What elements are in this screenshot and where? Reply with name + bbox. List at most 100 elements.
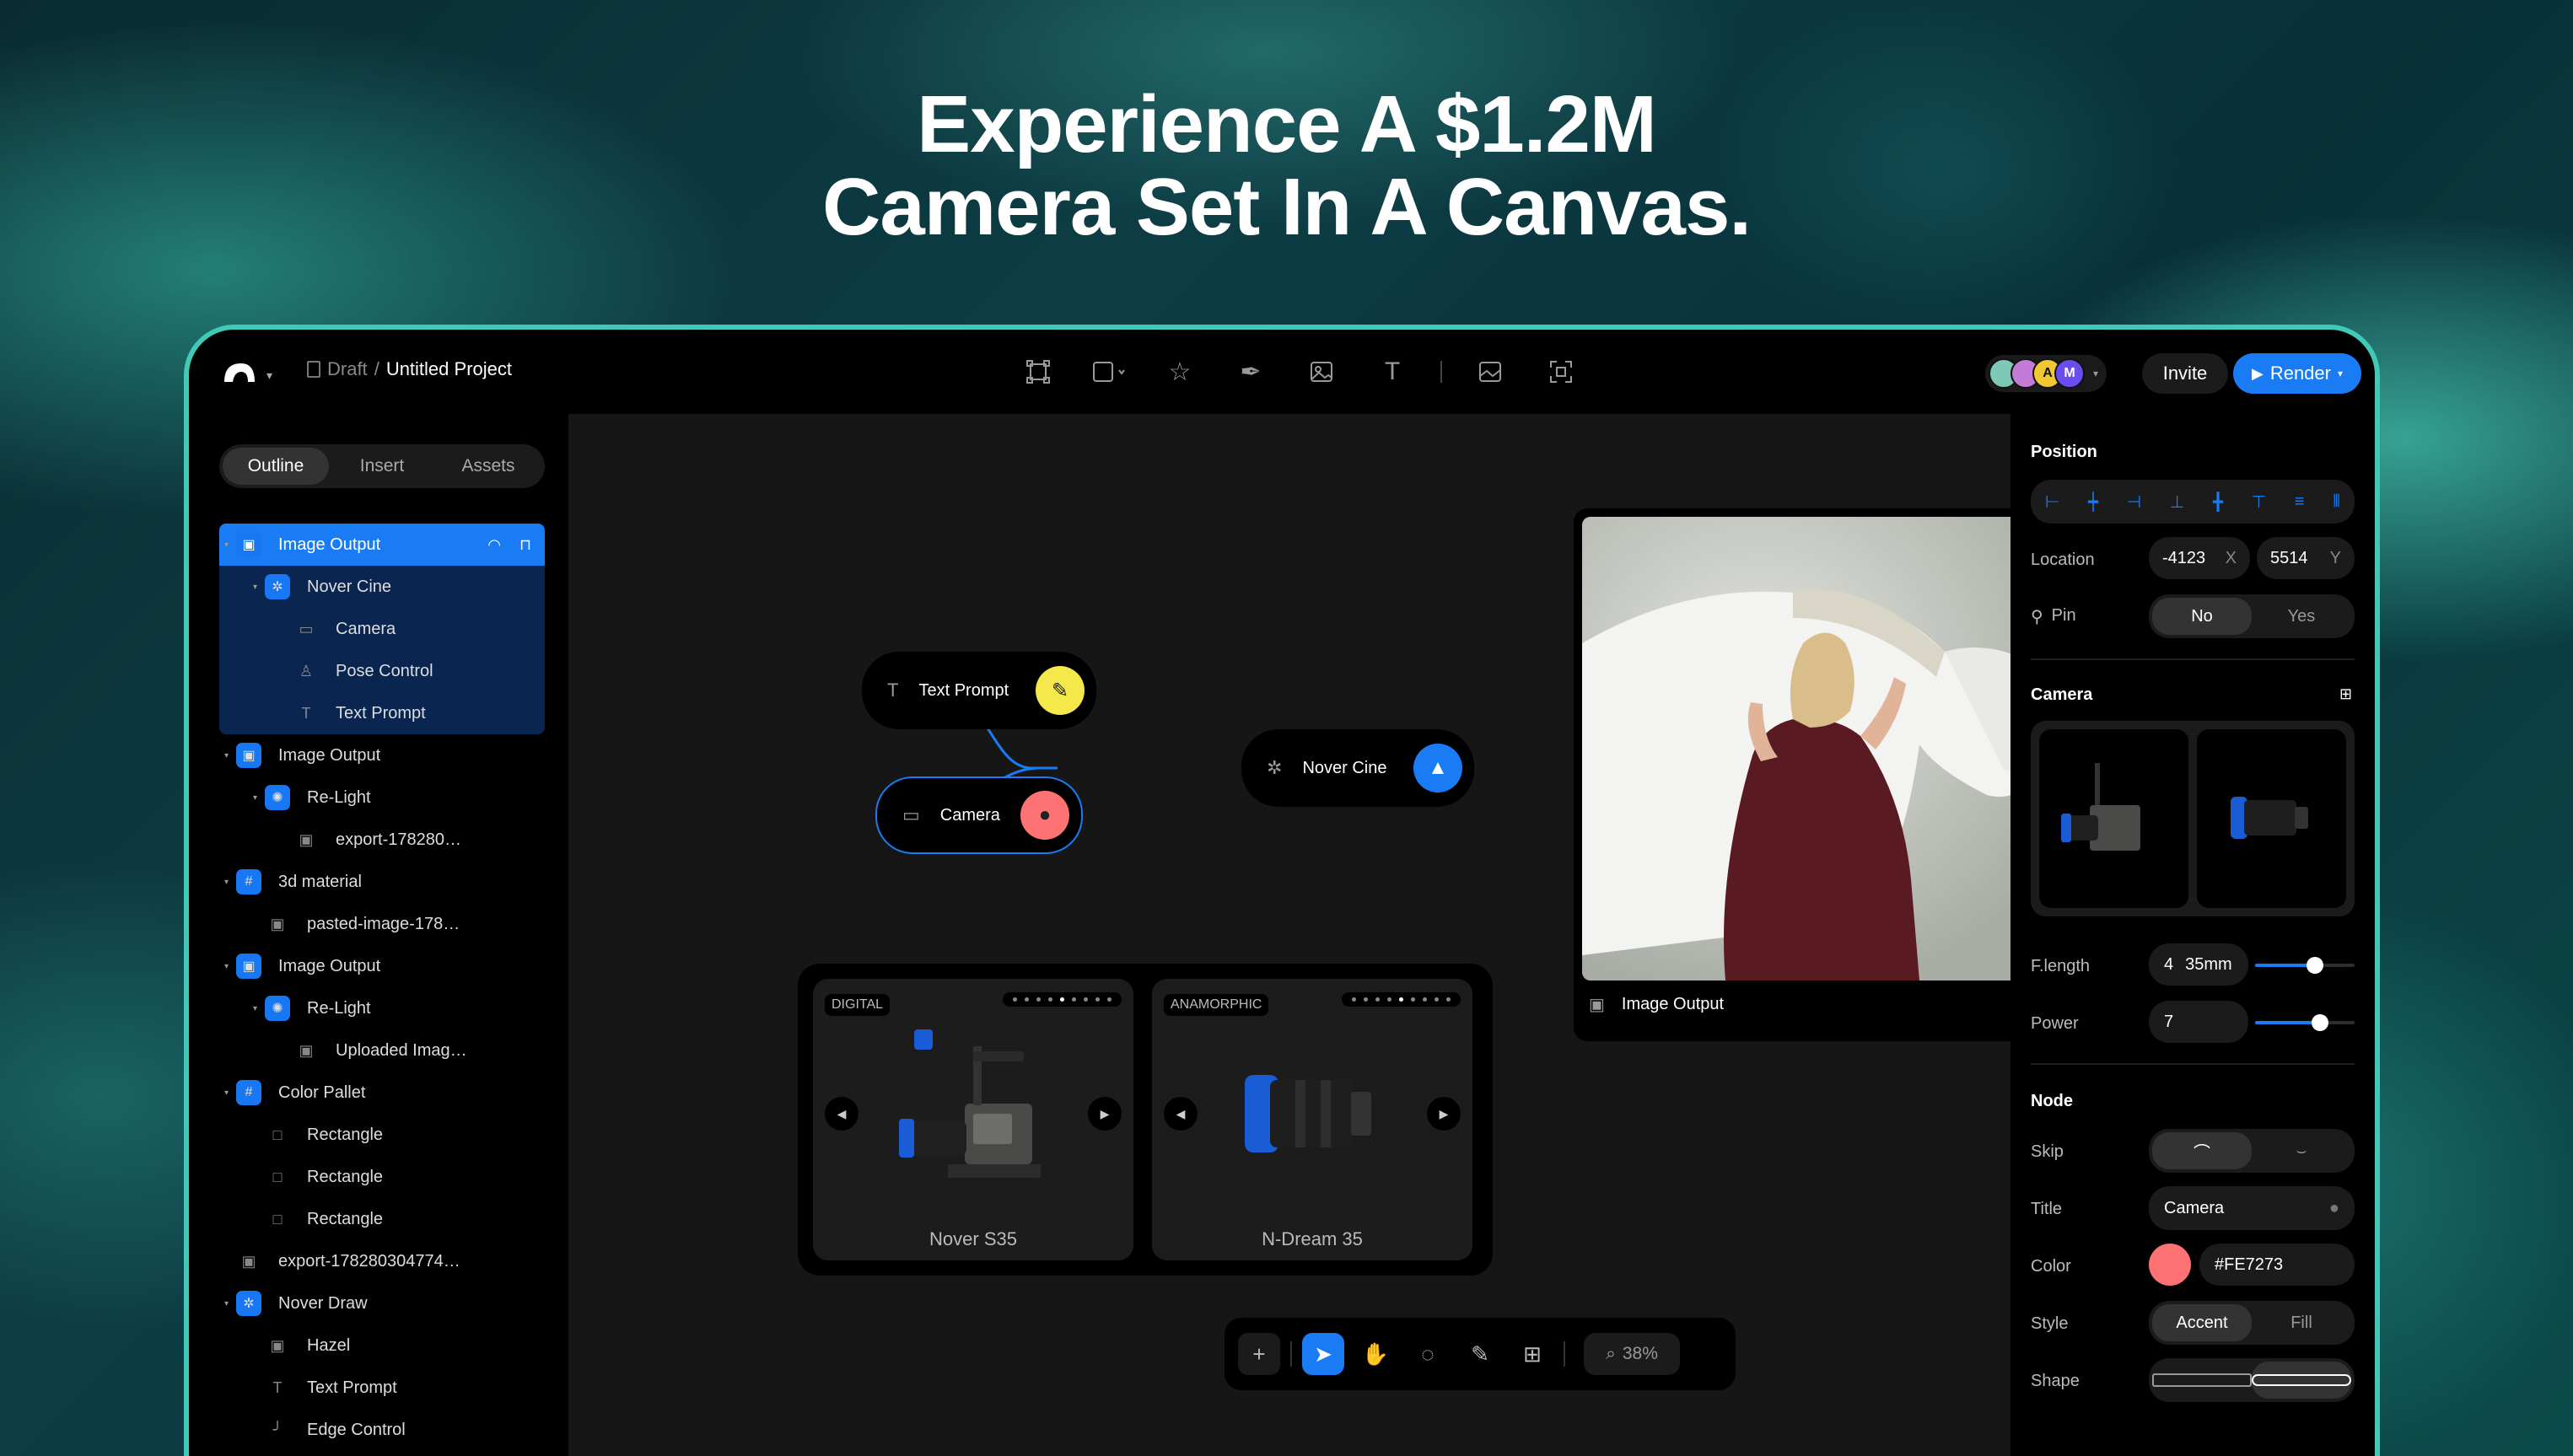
- carousel-dots[interactable]: [1342, 992, 1461, 1007]
- square-shape-icon[interactable]: [2152, 1362, 2252, 1399]
- align-right-icon[interactable]: ⊣: [2127, 492, 2141, 513]
- eye-icon[interactable]: ◠: [487, 536, 501, 554]
- text-tool-icon[interactable]: T: [1370, 352, 1415, 392]
- pin-no-option[interactable]: No: [2152, 598, 2252, 635]
- style-accent-option[interactable]: Accent: [2152, 1304, 2252, 1341]
- tree-item[interactable]: T Text Prompt: [219, 692, 545, 734]
- chevron-left-icon[interactable]: ◀: [1164, 1097, 1198, 1131]
- cursor-icon[interactable]: ➤: [1302, 1333, 1344, 1375]
- lock-icon[interactable]: ⊓: [519, 536, 531, 554]
- lens-card[interactable]: ANAMORPHIC ◀ ▶ N-Dream 35: [1152, 979, 1472, 1260]
- frame-tool-icon[interactable]: [1015, 352, 1061, 392]
- tree-item[interactable]: □ Rectangle: [219, 1156, 545, 1198]
- flength-field[interactable]: 4 35mm: [2149, 943, 2248, 986]
- comment-icon[interactable]: ◌: [1407, 1333, 1449, 1375]
- tree-item[interactable]: ▾ ✺ Re-Light: [219, 776, 545, 819]
- tree-item[interactable]: ▣ export-178280…: [219, 819, 545, 861]
- tree-item[interactable]: ▣ Uploaded Imag…: [219, 1029, 545, 1072]
- chevron-down-icon[interactable]: ▾: [224, 751, 236, 760]
- power-field[interactable]: 7: [2149, 1001, 2248, 1043]
- tree-item[interactable]: T Text Prompt: [219, 1367, 545, 1409]
- align-center-h-icon[interactable]: ┿: [2088, 492, 2098, 513]
- node-text-prompt[interactable]: T Text Prompt ✎: [862, 652, 1096, 729]
- node-camera[interactable]: ▭ Camera ●: [875, 776, 1083, 854]
- style-fill-option[interactable]: Fill: [2252, 1304, 2351, 1341]
- pen-tool-icon[interactable]: ✒: [1228, 352, 1273, 392]
- shape-tool-icon[interactable]: [1086, 352, 1132, 392]
- zoom-control[interactable]: ⌕ 38%: [1584, 1333, 1680, 1375]
- add-icon[interactable]: +: [1238, 1333, 1280, 1375]
- components-icon[interactable]: ⊞: [1511, 1333, 1553, 1375]
- invite-button[interactable]: Invite: [2142, 353, 2228, 394]
- tree-item[interactable]: ▣ export-178280304774…: [219, 1240, 545, 1282]
- title-field[interactable]: Camera ●: [2149, 1186, 2355, 1230]
- eye-closed-icon[interactable]: ⌣: [2252, 1132, 2351, 1169]
- flength-slider[interactable]: [2255, 957, 2355, 974]
- chevron-down-icon[interactable]: ▾: [253, 1004, 265, 1013]
- tab-outline[interactable]: Outline: [223, 448, 329, 485]
- chevron-down-icon[interactable]: ▾: [224, 878, 236, 887]
- color-swatch[interactable]: [2149, 1244, 2191, 1286]
- color-hex-field[interactable]: #FE7273: [2199, 1244, 2355, 1286]
- magic-wand-icon[interactable]: ✎: [1459, 1333, 1501, 1375]
- ai-image-tool-icon[interactable]: [1467, 352, 1513, 392]
- tree-item[interactable]: ▣ pasted-image-178…: [219, 903, 545, 945]
- star-tool-icon[interactable]: ☆: [1157, 352, 1203, 392]
- crop-tool-icon[interactable]: [1538, 352, 1584, 392]
- pin-yes-option[interactable]: Yes: [2252, 598, 2351, 635]
- node-nover-cine[interactable]: ✲ Nover Cine ▲: [1241, 729, 1474, 807]
- tree-item[interactable]: □ Rectangle: [219, 1114, 545, 1156]
- canvas[interactable]: T Text Prompt ✎ ▭ Camera ● ✲ Nover Cine …: [568, 414, 2095, 1456]
- render-button[interactable]: ▶ Render ▾: [2233, 353, 2361, 394]
- pencil-icon[interactable]: ✎: [1036, 666, 1085, 715]
- chevron-down-icon[interactable]: ▾: [2093, 368, 2098, 379]
- tree-item[interactable]: ▾ ▣ Image Output: [219, 945, 545, 987]
- logo-icon[interactable]: [223, 360, 256, 384]
- sparkle-icon[interactable]: ▲: [1413, 744, 1462, 792]
- tab-insert[interactable]: Insert: [329, 448, 435, 485]
- lens-thumbnail[interactable]: [2197, 729, 2346, 908]
- hand-icon[interactable]: ✋: [1354, 1333, 1397, 1375]
- location-y-field[interactable]: 5514 Y: [2257, 537, 2355, 579]
- eye-icon[interactable]: ⌒: [2152, 1132, 2252, 1169]
- tree-item[interactable]: □ Rectangle: [219, 1198, 545, 1240]
- tree-item[interactable]: ▾ ✲ Nover Cine: [219, 566, 545, 608]
- tree-item[interactable]: ▭ Camera: [219, 608, 545, 650]
- tree-item[interactable]: ♙ Pose Control: [219, 650, 545, 692]
- tree-item[interactable]: ╯ Edge Control: [219, 1409, 545, 1451]
- camera-icon[interactable]: ●: [1020, 791, 1069, 840]
- align-center-v-icon[interactable]: ╋: [2213, 492, 2223, 513]
- chevron-down-icon[interactable]: ▾: [224, 1088, 236, 1098]
- tree-item[interactable]: ▾ # Color Pallet: [219, 1072, 545, 1114]
- align-left-icon[interactable]: ⊢: [2045, 492, 2059, 513]
- power-slider[interactable]: [2255, 1014, 2355, 1031]
- slider-thumb[interactable]: [2311, 1014, 2328, 1031]
- grid-icon[interactable]: ⊞: [2339, 685, 2352, 703]
- tree-item[interactable]: ▾ ▣ Image Output: [219, 734, 545, 776]
- camera-card[interactable]: DIGITAL ◀ ▶ Nover S35: [813, 979, 1133, 1260]
- align-bottom-icon[interactable]: ⊥: [2170, 492, 2184, 513]
- slider-thumb[interactable]: [2306, 957, 2323, 974]
- camera-thumbnail[interactable]: [2039, 729, 2188, 908]
- chevron-down-icon[interactable]: ▾: [224, 1299, 236, 1308]
- distribute-v-icon[interactable]: ≡: [2295, 492, 2305, 512]
- carousel-dots[interactable]: [1003, 992, 1122, 1007]
- tree-item[interactable]: ▾ ✲ Nover Draw: [219, 1282, 545, 1324]
- pill-shape-icon[interactable]: [2252, 1362, 2351, 1399]
- tree-item[interactable]: ▣ Hazel: [219, 1324, 545, 1367]
- chevron-right-icon[interactable]: ▶: [1427, 1097, 1461, 1131]
- image-tool-icon[interactable]: [1299, 352, 1344, 392]
- avatar[interactable]: M: [2054, 358, 2085, 389]
- chevron-down-icon[interactable]: ▾: [224, 540, 236, 550]
- tree-item[interactable]: ▾ ✺ Re-Light: [219, 987, 545, 1029]
- chevron-down-icon[interactable]: ▾: [224, 962, 236, 971]
- location-x-field[interactable]: -4123 X: [2149, 537, 2250, 579]
- chevron-right-icon[interactable]: ▶: [1088, 1097, 1122, 1131]
- collaborator-avatars[interactable]: A M ▾: [1985, 355, 2107, 392]
- distribute-h-icon[interactable]: ⦀: [2333, 492, 2340, 512]
- tab-assets[interactable]: Assets: [435, 448, 541, 485]
- project-title[interactable]: Untitled Project: [386, 358, 512, 380]
- chevron-down-icon[interactable]: ▾: [253, 583, 265, 592]
- breadcrumb-draft[interactable]: Draft: [327, 358, 368, 380]
- chevron-left-icon[interactable]: ◀: [825, 1097, 859, 1131]
